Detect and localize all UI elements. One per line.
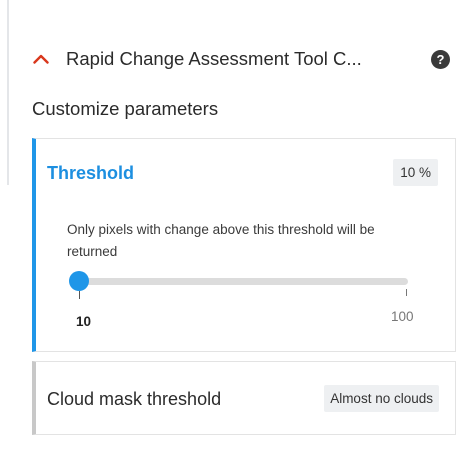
cloud-mask-card[interactable]: Cloud mask threshold Almost no clouds	[32, 361, 456, 435]
threshold-description: Only pixels with change above this thres…	[67, 222, 375, 259]
threshold-title[interactable]: Threshold	[47, 163, 134, 184]
panel-header[interactable]: Rapid Change Assessment Tool C... ?	[30, 44, 450, 74]
cloud-mask-title[interactable]: Cloud mask threshold	[47, 389, 221, 410]
panel-title: Rapid Change Assessment Tool C...	[66, 48, 362, 69]
threshold-card: Threshold 10 % Only pixels with change a…	[32, 138, 456, 352]
slider-max-tick	[406, 289, 407, 296]
threshold-slider-thumb[interactable]	[69, 271, 89, 291]
left-rail-divider	[7, 0, 9, 185]
threshold-slider-track[interactable]	[80, 278, 408, 285]
slider-max-label: 100	[391, 309, 414, 324]
slider-min-tick	[79, 291, 80, 299]
collapse-button[interactable]	[30, 48, 52, 70]
help-icon[interactable]: ?	[431, 50, 450, 69]
cloud-mask-value-badge: Almost no clouds	[324, 385, 439, 412]
threshold-value-badge: 10 %	[393, 159, 438, 186]
slider-min-label: 10	[76, 314, 92, 329]
chevron-up-icon	[33, 54, 49, 64]
section-title: Customize parameters	[32, 98, 219, 119]
